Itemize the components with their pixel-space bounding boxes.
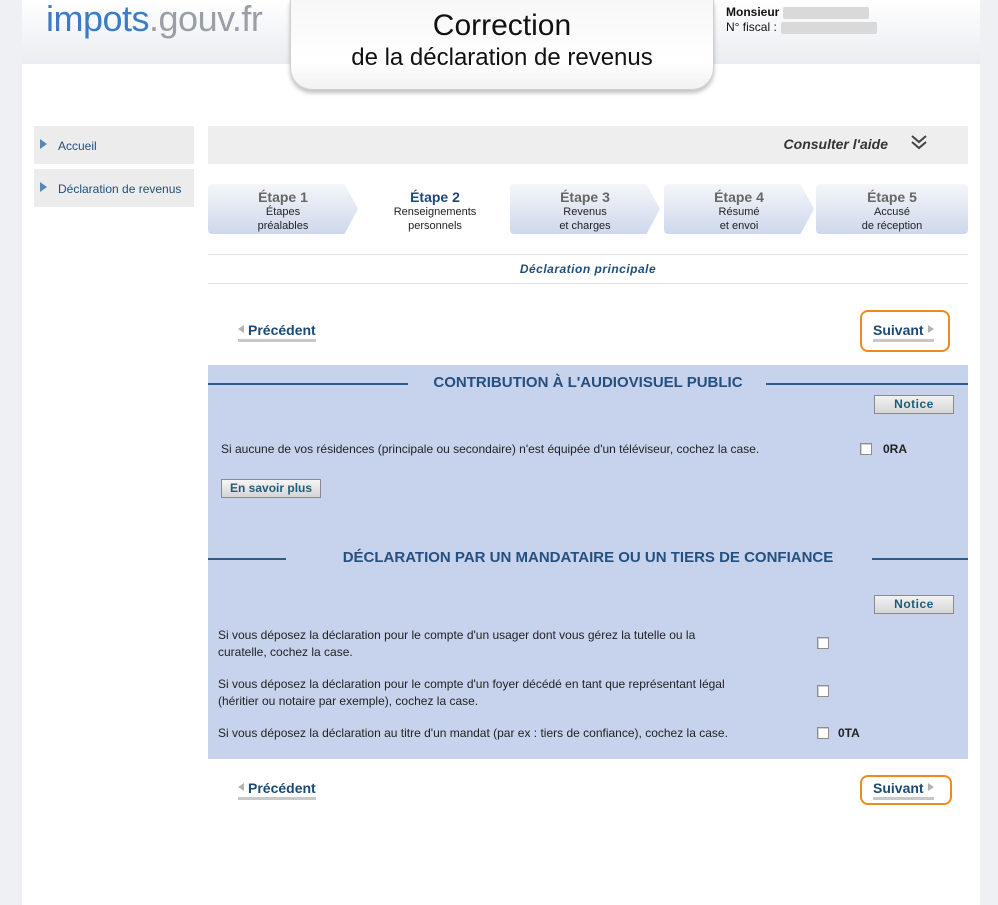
question-0ra: Si aucune de vos résidences (principale …	[221, 442, 760, 456]
triangle-right-icon	[40, 139, 47, 149]
fiscal-number-redacted	[780, 21, 877, 34]
fiscal-number-label: N° fiscal :	[726, 20, 777, 34]
step-4: Étape 4 Résumé et envoi	[664, 184, 814, 234]
step-line1: Résumé	[718, 206, 760, 218]
more-info-button[interactable]: En savoir plus	[221, 479, 322, 498]
page-frame: impots.gouv.fr Correction de la déclarat…	[22, 0, 980, 905]
step-line2: de réception	[861, 220, 923, 232]
next-button-bottom[interactable]: Suivant	[873, 780, 934, 800]
box-code-0ta: 0TA	[838, 726, 860, 740]
step-line2: et envoi	[719, 220, 759, 232]
section-title-audiovisuel: CONTRIBUTION À L'AUDIOVISUEL PUBLIC	[208, 374, 968, 391]
step-5: Étape 5 Accusé de réception	[816, 184, 968, 234]
underline	[238, 339, 316, 342]
triangle-right-icon	[40, 182, 47, 192]
step-1: Étape 1 Étapes préalables	[208, 184, 358, 234]
step-line1: Revenus	[563, 206, 607, 218]
previous-button-top[interactable]: Précédent	[238, 322, 316, 342]
question-0ta: Si vous déposez la déclaration au titre …	[218, 726, 728, 740]
section-title-mandataire: DÉCLARATION PAR UN MANDATAIRE OU UN TIER…	[208, 549, 968, 566]
user-civility: Monsieur	[726, 5, 780, 19]
step-2-active: Étape 2 Renseignements personnels	[360, 184, 510, 234]
section-subtitle: Déclaration principale	[208, 254, 968, 284]
step-line1: Renseignements	[393, 206, 477, 218]
previous-label: Précédent	[248, 780, 316, 796]
checkbox-0ta[interactable]	[817, 727, 829, 739]
question-foyer-decede: Si vous déposez la déclaration pour le c…	[218, 676, 725, 710]
sidebar-item-label: Déclaration de revenus	[58, 182, 182, 196]
site-logo[interactable]: impots.gouv.fr	[46, 0, 263, 39]
steps-progress: Étape 1 Étapes préalables Étape 2 Rensei…	[208, 184, 968, 234]
page-title: Correction	[432, 9, 572, 42]
help-bar[interactable]: Consulter l'aide	[208, 126, 968, 164]
underline	[238, 797, 316, 800]
previous-button-bottom[interactable]: Précédent	[238, 780, 316, 800]
box-code-0ra: 0RA	[883, 442, 908, 456]
question-line: Si vous déposez la déclaration pour le c…	[218, 628, 696, 642]
step-title: Étape 5	[867, 189, 917, 205]
help-link[interactable]: Consulter l'aide	[784, 136, 888, 152]
previous-label: Précédent	[248, 322, 316, 338]
checkbox-0ra[interactable]	[860, 443, 872, 455]
question-line: Si vous déposez la déclaration pour le c…	[218, 677, 725, 691]
sidebar-item-label: Accueil	[58, 139, 97, 153]
step-title: Étape 1	[258, 189, 308, 205]
user-info: Monsieur N° fiscal :	[726, 5, 877, 35]
checkbox-tutelle[interactable]	[817, 637, 829, 649]
arrow-right-icon	[927, 325, 934, 333]
next-button-top[interactable]: Suivant	[873, 322, 934, 342]
sidebar-item-accueil[interactable]: Accueil	[34, 126, 194, 164]
step-line2: personnels	[408, 220, 462, 232]
arrow-right-icon	[927, 783, 934, 791]
logo-text-gouv: .gouv.fr	[149, 0, 263, 39]
next-label: Suivant	[873, 780, 924, 796]
sidebar-item-declaration[interactable]: Déclaration de revenus	[34, 169, 194, 207]
question-line: (héritier ou notaire par exemple), coche…	[218, 694, 479, 708]
underline	[873, 797, 934, 800]
step-line2: préalables	[257, 220, 309, 232]
underline	[873, 339, 934, 342]
notice-button-audiovisuel[interactable]: Notice	[874, 395, 954, 414]
step-title: Étape 2	[410, 189, 460, 205]
next-label: Suivant	[873, 322, 924, 338]
arrow-left-icon	[238, 325, 244, 333]
step-line1: Accusé	[873, 206, 911, 218]
logo-text-impots: impots	[46, 0, 150, 39]
notice-button-mandataire[interactable]: Notice	[874, 595, 954, 614]
double-chevron-down-icon[interactable]	[910, 134, 928, 150]
checkbox-foyer-decede[interactable]	[817, 685, 829, 697]
question-line: curatelle, cochez la case.	[218, 645, 353, 659]
step-line2: et charges	[559, 220, 611, 232]
step-title: Étape 4	[714, 189, 764, 205]
step-line1: Étapes	[265, 206, 301, 218]
question-tutelle: Si vous déposez la déclaration pour le c…	[218, 627, 695, 661]
page-title-tab: Correction de la déclaration de revenus	[290, 0, 714, 90]
arrow-left-icon	[238, 783, 244, 791]
user-name-redacted	[783, 6, 870, 19]
form-panel: CONTRIBUTION À L'AUDIOVISUEL PUBLIC Noti…	[208, 365, 968, 759]
step-title: Étape 3	[560, 189, 610, 205]
page-subtitle: de la déclaration de revenus	[351, 44, 653, 71]
step-3: Étape 3 Revenus et charges	[510, 184, 660, 234]
